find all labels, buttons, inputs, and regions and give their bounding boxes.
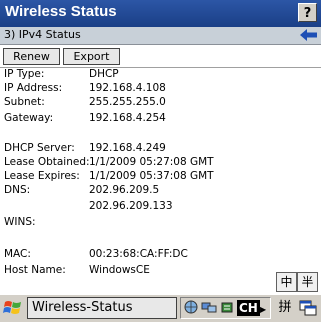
network-icon[interactable] <box>201 300 217 318</box>
page-title: 3) IPv4 Status <box>4 28 81 41</box>
divider <box>0 67 321 68</box>
taskbar: Wireless-Status CH ▶ 拼 <box>0 294 321 322</box>
start-button[interactable] <box>2 298 24 318</box>
field-label: Lease Expires: <box>4 170 80 182</box>
field-label: Subnet: <box>4 96 45 108</box>
taskbar-task-wireless-status[interactable]: Wireless-Status <box>27 297 177 319</box>
window-title: Wireless Status <box>5 3 117 20</box>
field-value: WindowsCE <box>89 264 150 276</box>
back-button[interactable] <box>299 28 318 42</box>
ime-chinese-toggle[interactable]: 中 <box>276 272 297 292</box>
field-value: 202.96.209.133 <box>89 200 173 212</box>
switch-window-button[interactable] <box>298 298 318 318</box>
input-method-button[interactable]: 拼 <box>275 298 295 318</box>
field-label: Lease Obtained: <box>4 156 90 168</box>
field-value: 202.96.209.5 <box>89 184 160 196</box>
field-label: IP Type: <box>4 68 45 80</box>
field-label: DHCP Server: <box>4 142 75 154</box>
field-label: WINS: <box>4 216 36 228</box>
field-value: 00:23:68:CA:FF:DC <box>89 248 188 260</box>
field-label: DNS: <box>4 184 31 196</box>
windows-switch-icon <box>299 300 317 316</box>
export-button[interactable]: Export <box>63 48 120 65</box>
field-value: 255.255.255.0 <box>89 96 166 108</box>
help-button[interactable]: ? <box>298 3 317 22</box>
ime-halfwidth-toggle[interactable]: 半 <box>297 272 318 292</box>
renew-button[interactable]: Renew <box>3 48 60 65</box>
field-label: MAC: <box>4 248 31 260</box>
field-label: Host Name: <box>4 264 66 276</box>
wireless-icon[interactable] <box>220 300 234 318</box>
field-value: 1/1/2009 05:27:08 GMT <box>89 156 214 168</box>
toolbar: Renew Export <box>0 45 321 67</box>
field-value: 192.168.4.249 <box>89 142 166 154</box>
field-value: 192.168.4.254 <box>89 112 166 124</box>
language-indicator[interactable]: CH <box>237 300 260 316</box>
field-value: 192.168.4.108 <box>89 82 166 94</box>
field-value: DHCP <box>89 68 119 80</box>
tray-expand-icon[interactable]: ▶ <box>260 302 266 318</box>
system-tray: CH ▶ <box>180 297 271 319</box>
page-header: 3) IPv4 Status <box>0 27 321 45</box>
windows-start-icon <box>3 301 21 314</box>
title-bar: Wireless Status ? <box>0 0 321 27</box>
field-label: IP Address: <box>4 82 63 94</box>
field-label: Gateway: <box>4 112 54 124</box>
back-arrow-icon <box>300 29 317 41</box>
field-value: 1/1/2009 05:37:08 GMT <box>89 170 214 182</box>
globe-icon[interactable] <box>184 300 198 318</box>
